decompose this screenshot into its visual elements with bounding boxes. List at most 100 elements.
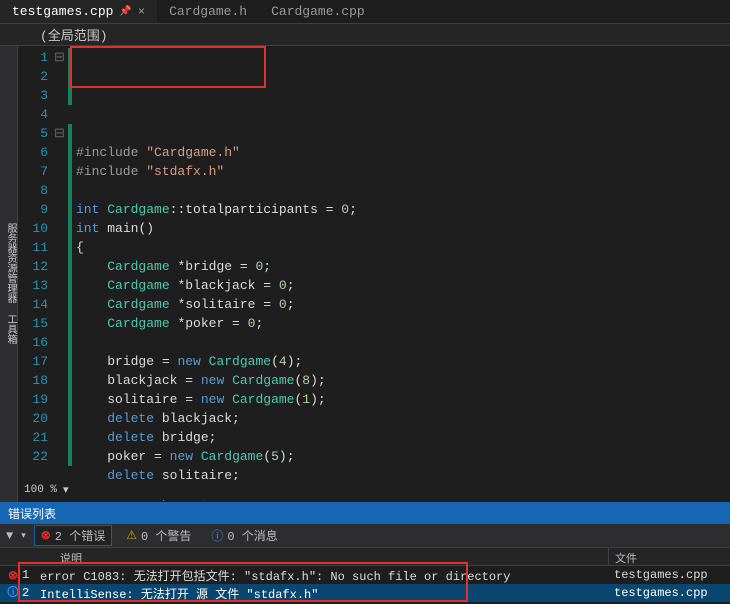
line-number: 12 <box>18 257 48 276</box>
col-file[interactable]: 文件 <box>608 548 730 565</box>
code-editor[interactable]: 12345678910111213141516171819202122 ⊟ ⊟ … <box>18 46 730 476</box>
code-line[interactable]: #include "Cardgame.h" <box>68 143 730 162</box>
fold-toggle-icon[interactable]: ⊟ <box>54 48 68 67</box>
error-list-title: 错误列表 <box>8 508 56 522</box>
zoom-bar[interactable]: 100 % ▾ <box>18 480 730 500</box>
warnings-count: 0 个警告 <box>141 527 191 544</box>
code-area[interactable]: #include "Cardgame.h"#include "stdafx.h"… <box>68 46 730 476</box>
pin-icon[interactable]: 📌 <box>119 6 131 18</box>
code-line[interactable] <box>68 333 730 352</box>
error-description: error C1083: 无法打开包括文件: "stdafx.h": No su… <box>36 567 604 584</box>
error-description: IntelliSense: 无法打开 源 文件 "stdafx.h" <box>36 585 604 602</box>
tab-bar: testgames.cpp 📌 × Cardgame.h Cardgame.cpp <box>0 0 730 24</box>
line-number: 6 <box>18 143 48 162</box>
code-line[interactable]: Cardgame *bridge = 0; <box>68 257 730 276</box>
fold-spacer <box>54 428 68 447</box>
fold-spacer <box>54 257 68 276</box>
code-line[interactable]: int Cardgame::totalparticipants = 0; <box>68 200 730 219</box>
code-line[interactable]: bridge = new Cardgame(4); <box>68 352 730 371</box>
code-line[interactable]: delete bridge; <box>68 428 730 447</box>
scope-label: (全局范围) <box>40 25 108 44</box>
line-number: 5 <box>18 124 48 143</box>
error-icon: ⊗ <box>41 528 51 543</box>
line-number: 21 <box>18 428 48 447</box>
line-gutter: 12345678910111213141516171819202122 <box>18 46 54 476</box>
fold-spacer <box>54 295 68 314</box>
code-line[interactable]: { <box>68 238 730 257</box>
line-number: 20 <box>18 409 48 428</box>
warnings-filter-button[interactable]: ⚠ 0 个警告 <box>120 526 197 545</box>
warning-icon: ⚠ <box>126 528 137 543</box>
code-line[interactable]: int main() <box>68 219 730 238</box>
filter-icon[interactable]: ▼ <box>6 529 13 543</box>
col-description[interactable]: 说明 <box>0 548 608 565</box>
line-number: 19 <box>18 390 48 409</box>
code-line[interactable] <box>68 181 730 200</box>
error-list-body: ⊗1error C1083: 无法打开包括文件: "stdafx.h": No … <box>0 566 730 602</box>
line-number: 22 <box>18 447 48 466</box>
tab-label: Cardgame.cpp <box>271 4 365 19</box>
tab-testgames-cpp[interactable]: testgames.cpp 📌 × <box>0 0 157 23</box>
errors-count: 2 个错误 <box>55 527 105 544</box>
fold-spacer <box>54 238 68 257</box>
tab-label: Cardgame.h <box>169 4 247 19</box>
error-list-header[interactable]: 错误列表 <box>0 502 730 524</box>
info-icon: ⓘ <box>211 527 223 544</box>
code-line[interactable]: delete blackjack; <box>68 409 730 428</box>
line-number: 11 <box>18 238 48 257</box>
dropdown-icon[interactable]: ▾ <box>63 483 69 497</box>
code-line[interactable]: Cardgame *blackjack = 0; <box>68 276 730 295</box>
fold-spacer <box>54 143 68 162</box>
fold-toggle-icon[interactable]: ⊟ <box>54 124 68 143</box>
error-icon: ⊗ <box>0 568 22 583</box>
code-line[interactable]: Cardgame *poker = 0; <box>68 314 730 333</box>
line-number: 18 <box>18 371 48 390</box>
fold-spacer <box>54 181 68 200</box>
errors-filter-button[interactable]: ⊗ 2 个错误 <box>34 525 112 546</box>
tab-label: testgames.cpp <box>12 4 113 19</box>
fold-column[interactable]: ⊟ ⊟ <box>54 46 68 476</box>
fold-spacer <box>54 333 68 352</box>
line-number: 4 <box>18 105 48 124</box>
code-line[interactable]: #include "stdafx.h" <box>68 162 730 181</box>
error-index: 1 <box>22 568 36 582</box>
messages-filter-button[interactable]: ⓘ 0 个消息 <box>205 526 283 545</box>
fold-spacer <box>54 390 68 409</box>
code-line[interactable]: blackjack = new Cardgame(8); <box>68 371 730 390</box>
fold-spacer <box>54 86 68 105</box>
fold-spacer <box>54 371 68 390</box>
messages-count: 0 个消息 <box>227 527 277 544</box>
code-line[interactable]: Cardgame *solitaire = 0; <box>68 295 730 314</box>
fold-spacer <box>54 219 68 238</box>
close-icon[interactable]: × <box>138 5 145 19</box>
left-tool-label: 服务器资源管理器 工具箱 <box>4 223 15 344</box>
scope-dropdown[interactable]: (全局范围) <box>0 24 730 46</box>
line-number: 3 <box>18 86 48 105</box>
tab-cardgame-cpp[interactable]: Cardgame.cpp <box>259 0 377 23</box>
change-marker <box>68 124 72 466</box>
fold-spacer <box>54 314 68 333</box>
zoom-value: 100 % <box>24 484 57 496</box>
code-line[interactable]: poker = new Cardgame(5); <box>68 447 730 466</box>
info-icon: 🛈 <box>0 583 22 604</box>
error-list-toolbar: ▼ ▾ ⊗ 2 个错误 ⚠ 0 个警告 ⓘ 0 个消息 <box>0 524 730 548</box>
fold-spacer <box>54 352 68 371</box>
line-number: 16 <box>18 333 48 352</box>
line-number: 13 <box>18 276 48 295</box>
error-index: 2 <box>22 586 36 600</box>
fold-spacer <box>54 447 68 466</box>
line-number: 15 <box>18 314 48 333</box>
error-row[interactable]: ⊗1error C1083: 无法打开包括文件: "stdafx.h": No … <box>0 566 730 584</box>
line-number: 10 <box>18 219 48 238</box>
line-number: 1 <box>18 48 48 67</box>
error-row[interactable]: 🛈2IntelliSense: 无法打开 源 文件 "stdafx.h"test… <box>0 584 730 602</box>
line-number: 17 <box>18 352 48 371</box>
tab-cardgame-h[interactable]: Cardgame.h <box>157 0 259 23</box>
fold-spacer <box>54 162 68 181</box>
error-list-columns: 说明 文件 <box>0 548 730 566</box>
dropdown-icon[interactable]: ▾ <box>21 531 26 541</box>
code-line[interactable]: solitaire = new Cardgame(1); <box>68 390 730 409</box>
left-tool-strip[interactable]: 服务器资源管理器 工具箱 <box>0 46 18 516</box>
error-file: testgames.cpp <box>604 568 730 582</box>
line-number: 7 <box>18 162 48 181</box>
